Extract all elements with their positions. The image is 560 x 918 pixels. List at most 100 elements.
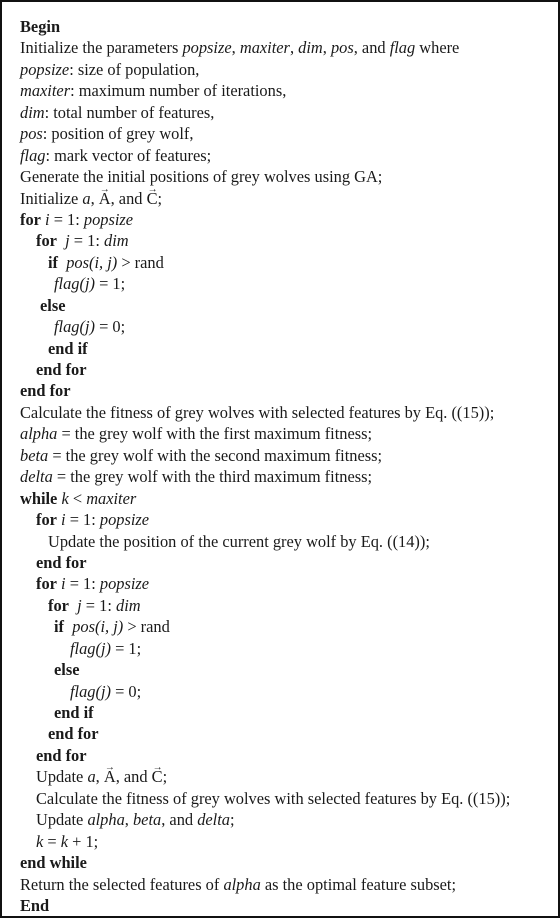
text: Initialize the parameters: [20, 38, 183, 58]
text: Initialize: [20, 188, 83, 208]
line-while: while k < maxiter: [20, 488, 510, 509]
var: k: [60, 831, 69, 851]
line-beta: beta = the grey wolf with the second max…: [20, 445, 510, 466]
keyword-end-for: end for: [36, 360, 87, 379]
param-dim: dim: [298, 38, 323, 58]
line-for-j: for j = 1: dim: [20, 230, 510, 251]
sep: ,: [124, 810, 133, 830]
line-flag-set-1: flag(j) = 1;: [20, 273, 510, 294]
sep: ;: [162, 767, 168, 787]
line-end-for: end for: [20, 745, 510, 766]
line-init-params: Initialize the parameters popsize, maxit…: [20, 37, 510, 58]
keyword-end-if: end if: [54, 703, 94, 722]
line-for-i: for i = 1: popsize: [20, 209, 510, 230]
term: popsize: [20, 59, 70, 79]
pseudocode: Begin Initialize the parameters popsize,…: [20, 16, 510, 916]
desc: = the grey wolf with the third maximum f…: [52, 467, 373, 487]
text: as the optimal feature subset;: [260, 874, 457, 894]
keyword-if: if: [48, 252, 59, 272]
desc: = the grey wolf with the second maximum …: [48, 445, 383, 465]
line-if: if pos(i, j) > rand: [20, 616, 510, 637]
line-end-for: end for: [20, 380, 510, 401]
vector-A: A: [99, 178, 111, 209]
text: = 1:: [49, 209, 84, 229]
definition-dim: dim: total number of features,: [20, 102, 510, 123]
sep: , and: [110, 188, 147, 208]
name: alpha: [87, 810, 125, 830]
keyword-for: for: [20, 209, 41, 229]
sep: ,: [289, 38, 299, 58]
limit: dim: [104, 231, 129, 251]
vector-A: A: [104, 757, 116, 787]
text: = 1:: [81, 595, 116, 615]
text: > rand: [117, 252, 164, 272]
line-begin: Begin: [20, 16, 510, 37]
limit: popsize: [99, 510, 150, 530]
sep: , and: [161, 810, 198, 830]
line-calc-fitness: Calculate the fitness of grey wolves wit…: [20, 402, 495, 422]
keyword-end-for: end for: [20, 381, 71, 401]
limit: dim: [116, 595, 141, 615]
name: alpha: [223, 874, 261, 894]
line-generate-initial: Generate the initial positions of grey w…: [20, 167, 383, 187]
keyword-else: else: [40, 295, 66, 315]
line-update-aac: Update a, A, and C;: [20, 757, 510, 787]
line-end-for: end for: [20, 723, 510, 744]
term: dim: [20, 102, 45, 122]
line-end-for: end for: [20, 359, 510, 380]
keyword-while: while: [20, 488, 58, 508]
term: pos: [20, 124, 43, 144]
desc: : size of population,: [69, 59, 200, 79]
line-else: else: [20, 295, 510, 316]
text: = 1;: [94, 274, 126, 294]
text: = 0;: [110, 681, 142, 701]
sep: , and: [353, 38, 390, 58]
line-flag-set-0: flag(j) = 0;: [20, 316, 510, 337]
param-popsize: popsize: [182, 38, 232, 58]
expr: flag(j): [54, 317, 95, 337]
text: + 1;: [68, 831, 99, 851]
keyword-end-for: end for: [48, 724, 99, 744]
vector-C: C: [152, 757, 163, 787]
text: = 1:: [65, 574, 100, 594]
var-a: a: [87, 767, 96, 787]
text: Update: [36, 767, 88, 787]
line-if: if pos(i, j) > rand: [20, 252, 510, 273]
line-for-i: for i = 1: popsize: [20, 573, 510, 594]
line-for-j: for j = 1: dim: [20, 595, 510, 616]
sep: ,: [231, 38, 240, 58]
line-return: Return the selected features of alpha as…: [20, 874, 510, 895]
name: beta: [132, 810, 162, 830]
param-pos: pos: [330, 38, 354, 58]
keyword-for: for: [36, 574, 57, 594]
vector-C: C: [147, 178, 158, 209]
desc: : maximum number of iterations,: [70, 81, 287, 101]
desc: : total number of features,: [44, 102, 215, 122]
text: <: [68, 488, 87, 508]
line-end-for: end for: [20, 552, 510, 573]
definition-maxiter: maxiter: maximum number of iterations,: [20, 80, 510, 101]
var-a: a: [82, 188, 91, 208]
definition-pos: pos: position of grey wolf,: [20, 123, 510, 144]
line-flag-set-1: flag(j) = 1;: [20, 638, 510, 659]
text: where: [415, 38, 460, 58]
param-maxiter: maxiter: [239, 38, 290, 58]
line-end-if: end if: [20, 702, 510, 723]
limit: popsize: [99, 574, 150, 594]
keyword-for: for: [48, 595, 69, 615]
sep: , and: [115, 767, 152, 787]
text: Return the selected features of: [20, 874, 224, 894]
line-end: End: [20, 895, 510, 916]
sep: ,: [90, 188, 99, 208]
text: > rand: [123, 617, 170, 637]
name: beta: [20, 445, 49, 465]
var: k: [61, 488, 69, 508]
name: delta: [197, 810, 230, 830]
line-calc-fitness: Calculate the fitness of grey wolves wit…: [36, 788, 511, 808]
line-for-i: for i = 1: popsize: [20, 509, 510, 530]
term: maxiter: [20, 81, 71, 101]
sep: ,: [95, 767, 104, 787]
sep: ;: [229, 810, 235, 830]
text: = 1:: [65, 510, 100, 530]
desc: : mark vector of features;: [45, 145, 212, 165]
